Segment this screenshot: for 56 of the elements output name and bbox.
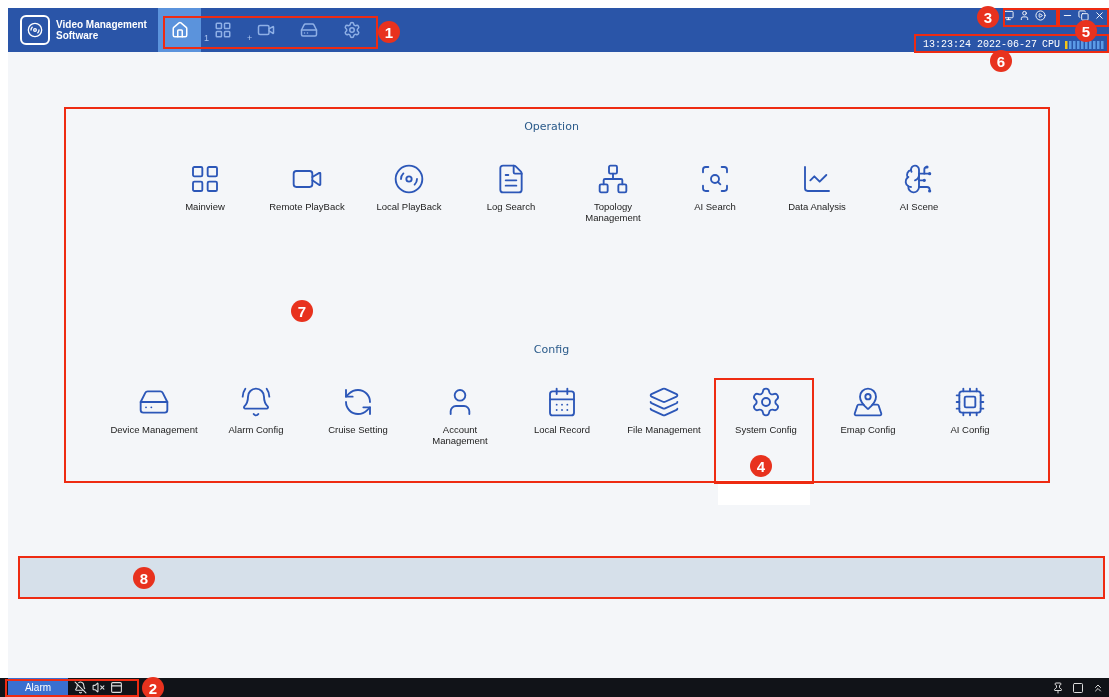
user-icon[interactable] [1019,10,1030,21]
nav-tab[interactable]: 1 [201,8,244,52]
nav-tab[interactable]: + [244,8,287,52]
play-icon[interactable] [1035,10,1046,21]
menu-label[interactable]: System Config [735,424,797,435]
menu-label[interactable]: AI Config [950,424,990,435]
grid-icon [213,21,232,39]
section-title: Operation [523,120,580,133]
device-icon [299,21,318,39]
app-title: Video Management Software [56,19,147,41]
mute-icon[interactable] [92,681,105,694]
bell-icon[interactable] [240,386,272,418]
calendar-icon[interactable] [546,386,578,418]
network-icon[interactable] [597,163,629,195]
menu-label[interactable]: Account Management [415,424,505,446]
menu-label[interactable]: Remote PlayBack [269,201,345,212]
menu-label[interactable]: Device Management [110,424,198,435]
section-title: Config [532,343,571,356]
menu-label[interactable]: Topology Management [568,201,658,223]
settings-icon [342,21,361,39]
menu-label[interactable]: Emap Config [840,424,896,435]
highlight-frame [1003,8,1058,27]
callout-number: 3 [977,6,999,28]
scan-search-icon[interactable] [699,163,731,195]
menu-label[interactable]: Log Search [486,201,536,212]
clock-text: 13:23:24 2022-06-27 [922,39,1037,50]
menu-label[interactable]: Local PlayBack [376,201,442,212]
pin-icon[interactable] [1052,681,1064,694]
tab-counter: + [247,34,253,43]
home-icon [170,21,189,39]
menu-label[interactable]: Mainview [185,201,225,212]
menu-label[interactable]: Local Record [534,424,590,435]
restore-icon[interactable] [1078,10,1089,21]
menu-label[interactable]: Cruise Setting [328,424,388,435]
menu-label[interactable]: Data Analysis [788,201,846,212]
cpu-meter-icon [1065,40,1105,49]
cpu-label: CPU [1042,39,1060,50]
settings-icon[interactable] [750,386,782,418]
refresh-icon[interactable] [342,386,374,418]
map-icon[interactable] [852,386,884,418]
monitor-grid-icon[interactable] [189,163,221,195]
menu-label[interactable]: AI Scene [899,201,939,212]
chip-icon[interactable] [954,386,986,418]
menu-label[interactable]: Alarm Config [228,424,284,435]
logo-icon [20,15,50,45]
disc-icon[interactable] [393,163,425,195]
bell-off-icon[interactable] [74,681,87,694]
window-icon[interactable] [110,681,123,694]
chart-icon[interactable] [801,163,833,195]
tab-counter: 1 [204,34,209,43]
menu-label[interactable]: AI Search [694,201,736,212]
folder-stack-icon[interactable] [648,386,680,418]
monitor-icon[interactable] [1003,10,1014,21]
close-icon[interactable] [1094,10,1105,21]
square-icon[interactable] [1072,681,1084,694]
menu-label[interactable]: File Management [627,424,701,435]
